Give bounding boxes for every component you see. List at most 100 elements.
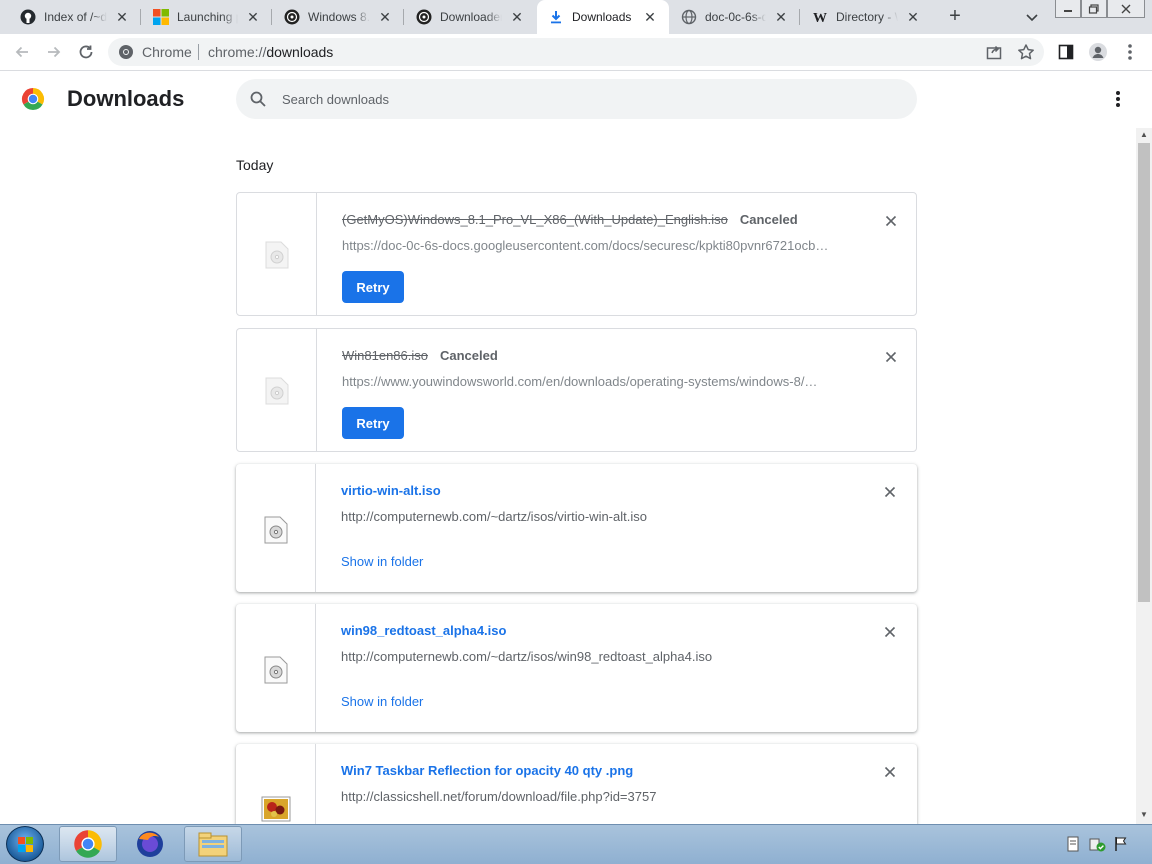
share-icon[interactable] [984, 42, 1004, 62]
tab-title: Downloads [572, 10, 632, 24]
disc-image-file-icon [264, 656, 288, 684]
tray-document-icon[interactable] [1065, 836, 1081, 852]
globe-icon [681, 9, 697, 25]
tab-windows81[interactable]: Windows 8.1 ✕ [272, 0, 404, 34]
download-url[interactable]: https://doc-0c-6s-docs.googleusercontent… [342, 238, 842, 253]
maximize-button[interactable] [1081, 0, 1107, 18]
retry-button[interactable]: Retry [342, 271, 404, 303]
minimize-button[interactable] [1055, 0, 1081, 18]
disc-image-file-icon [264, 516, 288, 544]
tray-security-icon[interactable] [1089, 836, 1106, 852]
download-url[interactable]: https://www.youwindowsworld.com/en/downl… [342, 374, 842, 389]
svg-text:W: W [813, 11, 827, 25]
image-thumbnail-icon [261, 796, 291, 822]
scrollbar-thumb[interactable] [1138, 143, 1150, 602]
omnibox-url[interactable]: chrome://downloads [208, 44, 333, 60]
download-item: win98_redtoast_alpha4.iso http://compute… [236, 604, 917, 732]
url-path: downloads [266, 44, 334, 60]
close-tab-icon[interactable]: ✕ [113, 8, 131, 26]
close-tab-icon[interactable]: ✕ [508, 8, 526, 26]
url-scheme: chrome:// [208, 44, 267, 60]
filename-text: (GetMyOS)Windows_8.1_Pro_VL_X86_(With_Up… [342, 212, 728, 227]
profile-avatar-icon[interactable] [1088, 42, 1108, 62]
back-button[interactable] [10, 40, 34, 64]
download-icon-column [236, 604, 316, 732]
download-item: Win81en86.iso Canceled https://www.youwin… [236, 328, 917, 452]
download-filename[interactable]: Win81en86.iso Canceled [342, 348, 498, 363]
download-item: Win7 Taskbar Reflection for opacity 40 q… [236, 744, 917, 824]
remove-item-close-icon[interactable] [880, 762, 900, 782]
tab-launching[interactable]: Launching p ✕ [141, 0, 272, 34]
tab-index-of[interactable]: Index of /~d ✕ [0, 0, 141, 34]
download-url[interactable]: http://classicshell.net/forum/download/f… [341, 789, 841, 804]
scroll-up-arrow-icon[interactable]: ▲ [1136, 128, 1152, 142]
show-in-folder-link[interactable]: Show in folder [341, 554, 423, 569]
chrome-icon [74, 830, 102, 858]
download-icon-column [237, 329, 317, 451]
tab-title: Downloader [440, 10, 502, 24]
retry-button[interactable]: Retry [342, 407, 404, 439]
download-icon [548, 9, 564, 25]
tab-title: Windows 8.1 [308, 10, 370, 24]
side-panel-icon[interactable] [1056, 42, 1076, 62]
scroll-down-arrow-icon[interactable]: ▼ [1136, 808, 1152, 822]
tab-downloads[interactable]: Downloads ✕ [537, 0, 669, 34]
taskbar-firefox-button[interactable] [121, 826, 179, 862]
archive-icon [416, 9, 432, 25]
tab-doc[interactable]: doc-0c-6s-d ✕ [669, 0, 800, 34]
disc-image-file-icon [265, 241, 289, 269]
tab-strip: Index of /~d ✕ Launching p ✕ Windows 8.1… [0, 0, 1152, 34]
omnibox-divider [198, 44, 199, 60]
bookmark-star-icon[interactable] [1016, 42, 1036, 62]
download-filename-link[interactable]: virtio-win-alt.iso [341, 483, 441, 498]
download-item: virtio-win-alt.iso http://computernewb.c… [236, 464, 917, 592]
archive-icon [284, 9, 300, 25]
chrome-page-icon[interactable] [118, 44, 134, 60]
microsoft-icon [153, 9, 169, 25]
tab-title: doc-0c-6s-d [705, 10, 766, 24]
remove-item-close-icon[interactable] [880, 622, 900, 642]
tab-title: Launching p [177, 10, 238, 24]
reload-button[interactable] [74, 40, 98, 64]
close-tab-icon[interactable]: ✕ [772, 8, 790, 26]
download-status: Canceled [739, 212, 798, 227]
download-url[interactable]: http://computernewb.com/~dartz/isos/win9… [341, 649, 841, 664]
remove-item-close-icon[interactable] [881, 347, 901, 367]
close-tab-icon[interactable]: ✕ [641, 8, 659, 26]
close-tab-icon[interactable]: ✕ [904, 8, 922, 26]
search-input[interactable] [282, 89, 882, 109]
download-filename[interactable]: (GetMyOS)Windows_8.1_Pro_VL_X86_(With_Up… [342, 212, 798, 227]
filename-text: Win81en86.iso [342, 348, 428, 363]
chrome-logo-icon [21, 87, 45, 111]
show-in-folder-link[interactable]: Show in folder [341, 694, 423, 709]
downloads-menu-icon[interactable] [1109, 88, 1127, 110]
download-url[interactable]: http://computernewb.com/~dartz/isos/virt… [341, 509, 841, 524]
remove-item-close-icon[interactable] [881, 211, 901, 231]
close-window-button[interactable] [1107, 0, 1145, 18]
disc-image-file-icon [265, 377, 289, 405]
wikipedia-icon: W [812, 9, 828, 25]
tab-search-chevron-icon[interactable] [1022, 7, 1042, 27]
download-filename-link[interactable]: Win7 Taskbar Reflection for opacity 40 q… [341, 763, 633, 778]
tab-title: Index of /~d [44, 10, 107, 24]
start-button[interactable] [6, 826, 44, 862]
tab-directory[interactable]: W Directory - W ✕ [800, 0, 932, 34]
search-icon[interactable] [249, 90, 267, 108]
close-tab-icon[interactable]: ✕ [376, 8, 394, 26]
chrome-menu-icon[interactable] [1120, 42, 1140, 62]
download-icon-column [236, 464, 316, 592]
windows-logo-icon [18, 837, 33, 852]
close-tab-icon[interactable]: ✕ [244, 8, 262, 26]
taskbar-explorer-button[interactable] [184, 826, 242, 862]
remove-item-close-icon[interactable] [880, 482, 900, 502]
tab-downloader[interactable]: Downloader ✕ [404, 0, 536, 34]
new-tab-button[interactable]: + [943, 6, 967, 28]
tab-title: Directory - W [836, 10, 898, 24]
firefox-icon [137, 831, 163, 857]
download-filename-link[interactable]: win98_redtoast_alpha4.iso [341, 623, 506, 638]
download-icon-column [237, 193, 317, 315]
forward-button[interactable] [42, 40, 66, 64]
folder-icon [198, 832, 228, 857]
tray-action-center-flag-icon[interactable] [1113, 836, 1129, 852]
taskbar-chrome-button[interactable] [59, 826, 117, 862]
